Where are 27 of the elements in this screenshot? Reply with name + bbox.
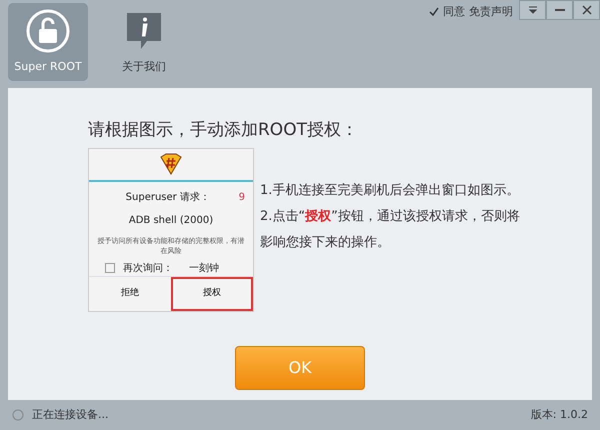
agree-checkbox[interactable] <box>429 5 439 18</box>
instruction-heading: 请根据图示，手动添加ROOT授权： <box>88 119 359 142</box>
duration-dropdown[interactable]: 一刻钟 <box>189 260 219 276</box>
dialog-title: Superuser 请求： <box>124 190 211 204</box>
step-text: 2.点击“授权”按钮，通过该授权请求，否则将影响您接下来的操作。 <box>260 208 521 252</box>
menu-button[interactable] <box>519 0 546 20</box>
info-icon <box>125 10 163 50</box>
toolbar-tab[interactable]: 关于我们 <box>104 3 184 81</box>
close-icon <box>582 5 592 15</box>
version-text: 版本: 1.0.2 <box>530 406 588 423</box>
dialog-button[interactable]: 拒绝 <box>89 276 171 310</box>
agree-label: 同意 <box>443 5 465 18</box>
lock-icon <box>24 6 72 54</box>
superuser-logo-icon <box>159 153 183 175</box>
dialog-button[interactable]: 授权 <box>171 276 253 310</box>
checkbox[interactable] <box>105 260 115 276</box>
menu-icon <box>528 6 538 14</box>
step-text: 1.手机连接至完美刷机后会弹出窗口如图示。 <box>260 182 520 200</box>
loading-icon <box>12 409 24 421</box>
remember-label: 再次询问： <box>123 262 173 276</box>
request-count: 9 <box>238 190 245 204</box>
status-text: 正在连接设备... <box>32 406 108 423</box>
minimize-button[interactable] <box>546 0 573 20</box>
close-button[interactable] <box>573 0 600 20</box>
app-name: ADB shell (2000) <box>128 214 214 228</box>
minimize-icon <box>554 8 564 12</box>
disclaimer-link[interactable]: 免责声明 <box>469 5 513 18</box>
